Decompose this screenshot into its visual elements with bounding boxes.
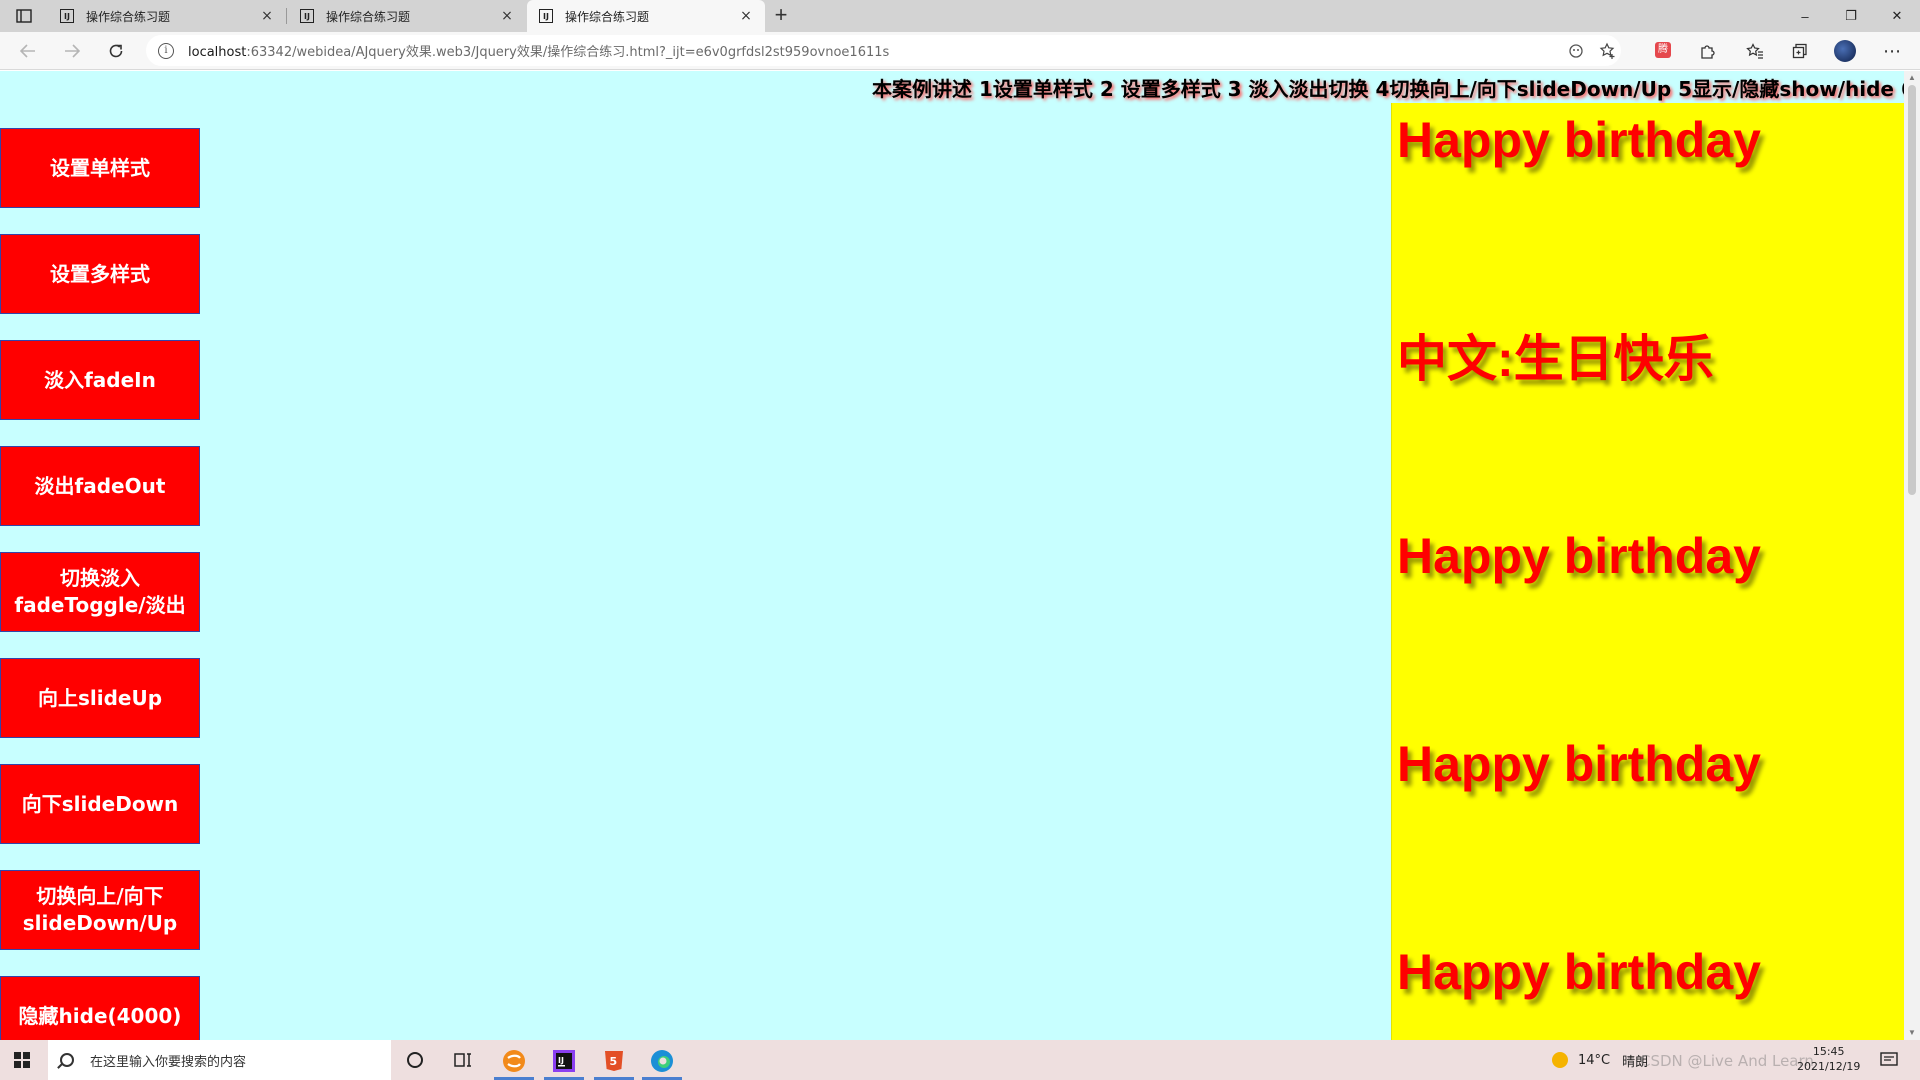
- tab-strip: IJ 操作综合练习题 × IJ 操作综合练习题 × IJ 操作综合练习题 × +…: [0, 0, 1920, 32]
- set-multi-style-button[interactable]: 设置多样式: [0, 234, 200, 314]
- weather-widget[interactable]: 14°C 晴朗: [1552, 1040, 1648, 1080]
- cortana-icon[interactable]: [400, 1046, 430, 1074]
- tab-2[interactable]: IJ 操作综合练习题 ×: [288, 0, 526, 32]
- tab-title: 操作综合练习题: [565, 9, 650, 24]
- greeting-line: Happy birthday: [1397, 944, 1761, 1000]
- set-single-style-button[interactable]: 设置单样式: [0, 128, 200, 208]
- sidebar-icon[interactable]: [10, 6, 38, 26]
- slide-up-button[interactable]: 向上slideUp: [0, 658, 200, 738]
- fade-out-button[interactable]: 淡出fadeOut: [0, 446, 200, 526]
- search-placeholder: 在这里输入你要搜索的内容: [90, 1054, 247, 1070]
- scroll-thumb[interactable]: [1908, 85, 1916, 495]
- fade-toggle-button[interactable]: 切换淡入 fadeToggle/淡出: [0, 552, 200, 632]
- intro-marquee: 本案例讲述 1设置单样式 2 设置多样式 3 淡入淡出切换 4切换向上/向下sl…: [872, 77, 1920, 101]
- svg-text:5: 5: [610, 1055, 618, 1068]
- favorites-icon[interactable]: [1741, 38, 1769, 64]
- windows-start-icon[interactable]: [14, 1052, 30, 1068]
- restore-button[interactable]: ❐: [1828, 0, 1874, 32]
- greeting-line: Happy birthday: [1397, 528, 1761, 584]
- tab-3-active[interactable]: IJ 操作综合练习题 ×: [527, 0, 765, 32]
- intellij-favicon-icon: IJ: [539, 9, 553, 23]
- tab-title: 操作综合练习题: [86, 9, 171, 24]
- sun-icon: [1552, 1052, 1568, 1068]
- vertical-scrollbar[interactable]: ▲ ▼: [1904, 71, 1920, 1040]
- extension-icon[interactable]: 腾: [1655, 42, 1671, 58]
- slide-down-button[interactable]: 向下slideDown: [0, 764, 200, 844]
- close-window-button[interactable]: ✕: [1874, 0, 1920, 32]
- url-text[interactable]: localhost:63342/webidea/AJquery效果.web3/J…: [188, 41, 889, 60]
- intellij-favicon-icon: IJ: [300, 9, 314, 23]
- system-clock[interactable]: 15:45 2021/12/19: [1797, 1044, 1860, 1074]
- weather-temp: 14°C: [1578, 1052, 1611, 1068]
- back-arrow-icon[interactable]: [14, 38, 42, 64]
- read-aloud-icon[interactable]: [1566, 41, 1586, 61]
- tab-close-icon[interactable]: ×: [258, 8, 276, 24]
- profile-avatar[interactable]: [1834, 40, 1856, 62]
- edge-app-icon[interactable]: [642, 1044, 682, 1080]
- notification-icon[interactable]: [1880, 1040, 1898, 1080]
- intellij-favicon-icon: IJ: [60, 9, 74, 23]
- scroll-up-arrow-icon[interactable]: ▲: [1907, 73, 1917, 83]
- greeting-line: Happy birthday: [1397, 736, 1761, 792]
- taskbar-search-box[interactable]: 在这里输入你要搜索的内容: [48, 1040, 391, 1080]
- slide-toggle-button[interactable]: 切换向上/向下 slideDown/Up: [0, 870, 200, 950]
- page-viewport: 本案例讲述 1设置单样式 2 设置多样式 3 淡入淡出切换 4切换向上/向下sl…: [0, 71, 1920, 1040]
- puzzle-icon[interactable]: [1693, 38, 1721, 64]
- browser-toolbar: i localhost:63342/webidea/AJquery效果.web3…: [0, 32, 1920, 70]
- add-favorite-icon[interactable]: [1598, 41, 1618, 61]
- tab-1[interactable]: IJ 操作综合练习题 ×: [48, 0, 286, 32]
- intellij-app-icon[interactable]: IJ: [544, 1044, 584, 1080]
- sublime-app-icon[interactable]: [494, 1044, 534, 1080]
- greeting-line-chinese: 中文:生日快乐: [1397, 331, 1714, 387]
- search-icon: [60, 1053, 74, 1067]
- scroll-down-arrow-icon[interactable]: ▼: [1907, 1028, 1917, 1038]
- windows-taskbar: 在这里输入你要搜索的内容 IJ 5 14°C 晴朗 CSDN @Live And…: [0, 1040, 1920, 1080]
- clock-time: 15:45: [1812, 1045, 1845, 1058]
- fade-in-button[interactable]: 淡入fadeIn: [0, 340, 200, 420]
- site-info-icon[interactable]: i: [158, 42, 174, 59]
- hide-button[interactable]: 隐藏hide(4000): [0, 976, 200, 1040]
- csdn-watermark: CSDN @Live And Learn: [1640, 1052, 1814, 1070]
- minimize-button[interactable]: –: [1782, 0, 1828, 32]
- tab-close-icon[interactable]: ×: [737, 8, 755, 24]
- forward-arrow-icon[interactable]: [58, 38, 86, 64]
- more-icon[interactable]: ⋯: [1878, 38, 1906, 64]
- tab-title: 操作综合练习题: [326, 9, 411, 24]
- birthday-panel: Happy birthday 中文:生日快乐 Happy birthday Ha…: [1391, 103, 1904, 1040]
- address-bar[interactable]: i localhost:63342/webidea/AJquery效果.web3…: [146, 35, 1621, 66]
- tab-close-icon[interactable]: ×: [498, 8, 516, 24]
- greeting-line: Happy birthday: [1397, 112, 1761, 168]
- tab-separator: [286, 8, 287, 24]
- svg-text:IJ: IJ: [558, 1056, 564, 1065]
- task-view-icon[interactable]: [448, 1046, 478, 1074]
- new-tab-button[interactable]: +: [768, 3, 794, 29]
- clock-date: 2021/12/19: [1797, 1060, 1861, 1073]
- refresh-icon[interactable]: [102, 38, 130, 64]
- collections-icon[interactable]: [1786, 38, 1814, 64]
- html5-app-icon[interactable]: 5: [594, 1044, 634, 1080]
